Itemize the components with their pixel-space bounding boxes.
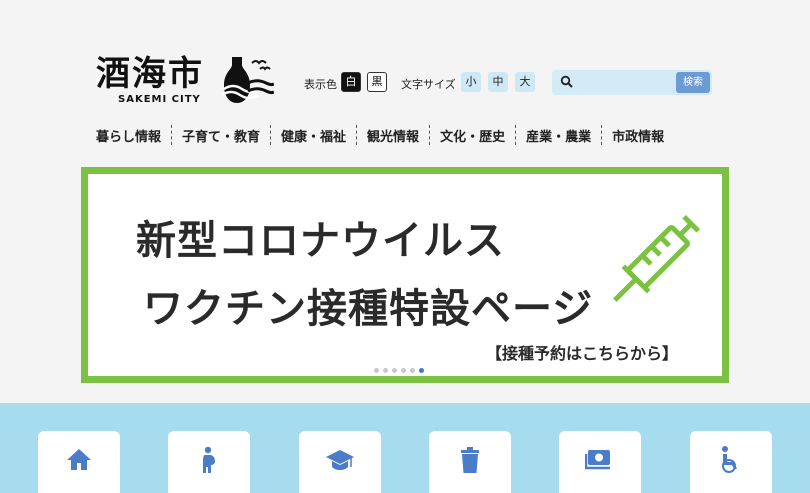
money-icon (585, 450, 610, 470)
nav-item-industry[interactable]: 産業・農業 (516, 126, 601, 145)
logo-title: 酒海市 (96, 54, 204, 94)
carousel-dot[interactable] (392, 368, 397, 373)
carousel-dots (374, 368, 424, 373)
search-box: 検索 (552, 70, 712, 95)
carousel-dot[interactable] (410, 368, 415, 373)
main-nav: 暮らし情報 子育て・教育 健康・福祉 観光情報 文化・歴史 産業・農業 市政情報 (86, 124, 730, 146)
banner-cta: 【接種予約はこちらから】 (486, 344, 679, 363)
search-input[interactable] (578, 73, 672, 92)
carousel-dot[interactable] (401, 368, 406, 373)
nav-item-culture[interactable]: 文化・歴史 (430, 126, 515, 145)
page: 酒海市 SAKEMI CITY 表示色 白 黒 文字サイズ 小 中 大 検索 暮… (0, 0, 810, 493)
quick-links-section (0, 403, 810, 493)
nav-item-health[interactable]: 健康・福祉 (271, 126, 356, 145)
quick-link-tax[interactable] (559, 431, 641, 493)
banner-title-line2: ワクチン接種特設ページ (143, 286, 594, 332)
nav-item-living[interactable]: 暮らし情報 (86, 126, 171, 145)
text-size-medium-button[interactable]: 中 (488, 72, 508, 92)
carousel-dot[interactable] (383, 368, 388, 373)
nav-item-municipal[interactable]: 市政情報 (602, 126, 674, 145)
color-white-button[interactable]: 白 (341, 72, 361, 92)
search-button[interactable]: 検索 (676, 72, 710, 93)
sake-bottle-icon (221, 57, 274, 103)
logo-subtitle: SAKEMI CITY (118, 94, 201, 105)
search-icon (560, 75, 573, 88)
vaccine-banner[interactable]: 新型コロナウイルス ワクチン接種特設ページ 【接種予約はこちらから】 (81, 167, 729, 383)
city-logo[interactable]: 酒海市 SAKEMI CITY (96, 53, 274, 107)
syringe-icon (613, 214, 701, 302)
banner-title-line1: 新型コロナウイルス (136, 218, 505, 264)
carousel-dot[interactable] (374, 368, 379, 373)
carousel-dot-active[interactable] (419, 368, 424, 373)
quick-link-garbage[interactable] (429, 431, 511, 493)
quick-link-home[interactable] (38, 431, 120, 493)
quick-link-pregnancy[interactable] (168, 431, 250, 493)
pregnant-person-icon (203, 446, 215, 473)
color-black-button[interactable]: 黒 (367, 72, 387, 92)
quick-link-education[interactable] (299, 431, 381, 493)
text-size-label: 文字サイズ (401, 78, 456, 91)
text-size-small-button[interactable]: 小 (461, 72, 481, 92)
quick-link-welfare[interactable] (690, 431, 772, 493)
trash-icon (461, 447, 479, 473)
text-size-large-button[interactable]: 大 (515, 72, 535, 92)
nav-item-tourism[interactable]: 観光情報 (357, 126, 429, 145)
nav-item-childcare[interactable]: 子育て・教育 (172, 126, 270, 145)
home-icon (67, 449, 91, 470)
wheelchair-icon (722, 446, 737, 473)
color-label: 表示色 (304, 78, 337, 91)
graduation-cap-icon (326, 450, 354, 470)
